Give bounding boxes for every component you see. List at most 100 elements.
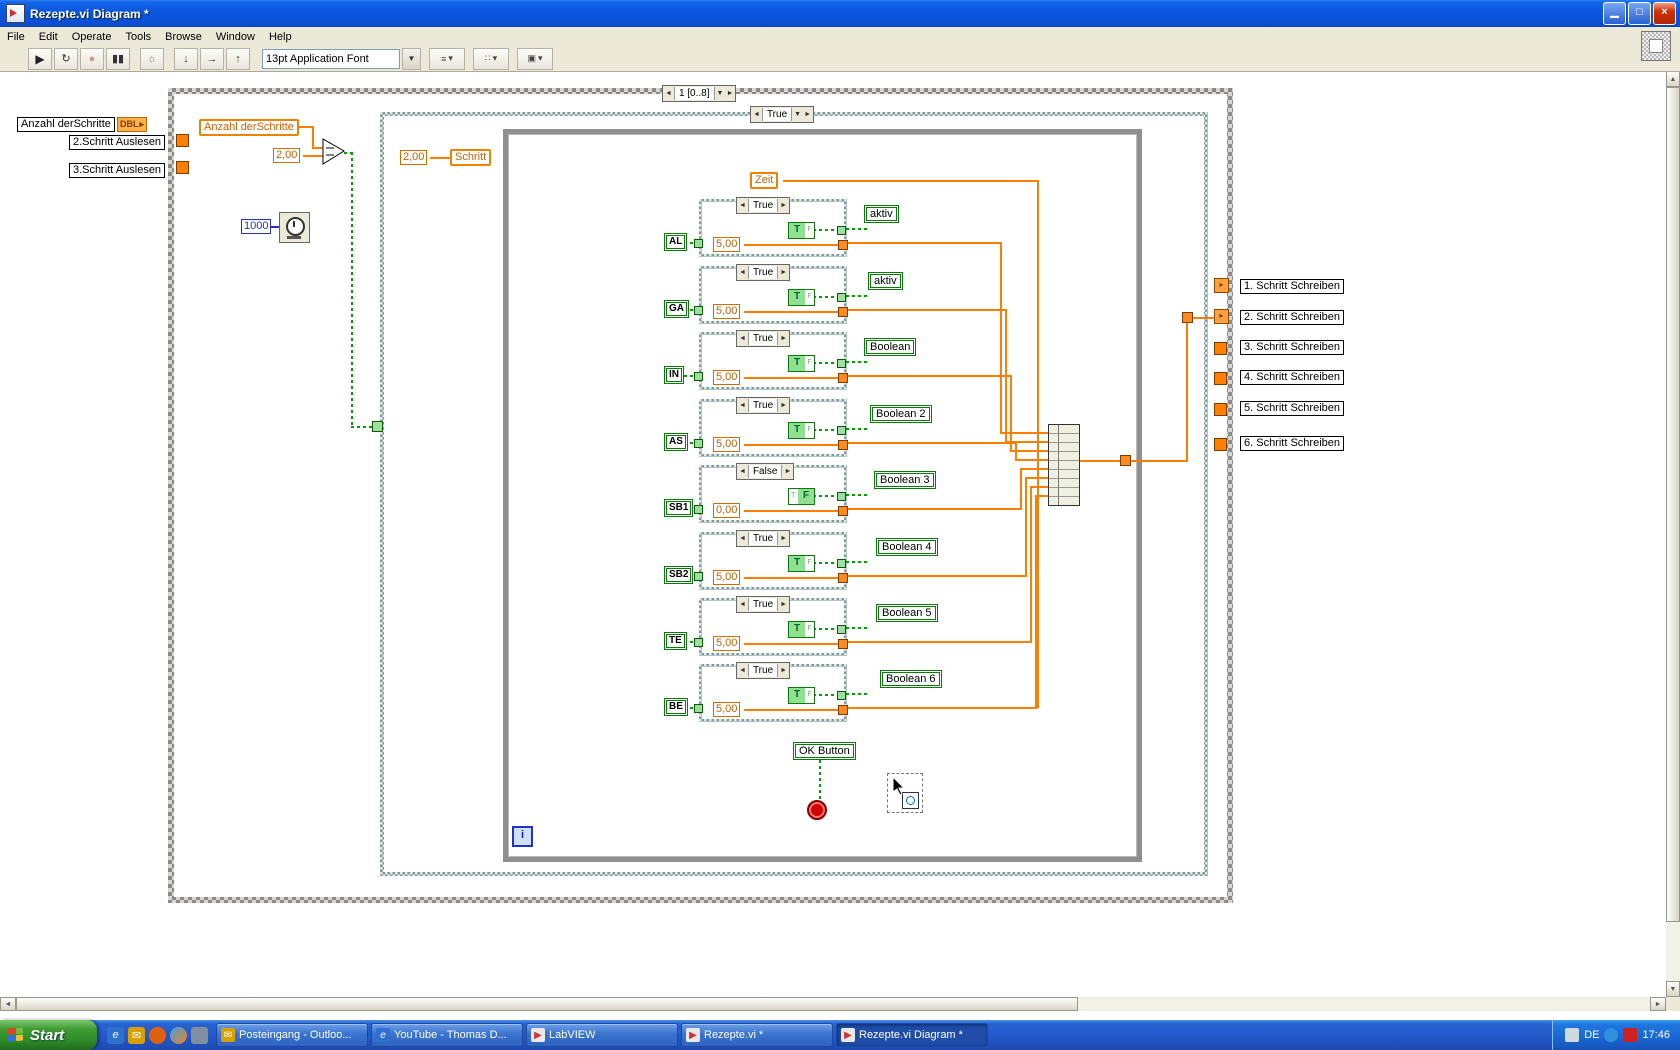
zeit-terminal[interactable]: Zeit xyxy=(750,172,779,189)
menu-browse[interactable]: Browse xyxy=(158,29,209,45)
next-case-icon[interactable]: ► xyxy=(779,598,788,611)
horizontal-scroll-thumb[interactable] xyxy=(16,997,1078,1011)
case-selector[interactable]: ◄ True ► xyxy=(736,397,791,414)
title-bar[interactable]: Rezepte.vi Diagram * ▁ □ × xyxy=(0,0,1680,27)
iteration-terminal[interactable]: i xyxy=(512,826,533,847)
network-icon[interactable] xyxy=(1604,1028,1619,1042)
control-label[interactable]: Anzahl derSchritte xyxy=(17,117,115,132)
boolean-constant[interactable]: T F xyxy=(788,555,815,572)
terminal-as[interactable]: AS xyxy=(664,433,688,451)
anzahl-terminal[interactable]: Anzahl derSchritte xyxy=(199,119,299,136)
task-youtube[interactable]: e YouTube - Thomas D... xyxy=(371,1023,523,1047)
antivirus-icon[interactable] xyxy=(1623,1028,1638,1042)
boolean-constant[interactable]: T F xyxy=(788,355,815,372)
run-button[interactable]: ▶ xyxy=(28,47,52,70)
indicator-label[interactable]: 5. Schritt Schreiben xyxy=(1240,401,1344,416)
numeric-constant[interactable]: 0,00 xyxy=(713,503,741,518)
scroll-down-icon[interactable]: ▼ xyxy=(1666,981,1680,997)
case-selector[interactable]: ◄ True ► xyxy=(736,330,791,347)
indicator-label[interactable]: Boolean 2 xyxy=(870,405,932,423)
indicator-label[interactable]: 6. Schritt Schreiben xyxy=(1240,436,1344,451)
indicator-label[interactable]: Boolean 6 xyxy=(880,670,942,688)
language-indicator[interactable]: DE xyxy=(1584,1029,1599,1041)
indicator-label[interactable]: Boolean 4 xyxy=(876,538,938,556)
indicator-label[interactable]: 2. Schritt Schreiben xyxy=(1240,310,1344,325)
case-selector-label[interactable]: True xyxy=(761,108,793,121)
dropdown-icon[interactable]: ▼ xyxy=(793,108,802,121)
next-frame-icon[interactable]: ► xyxy=(725,87,734,100)
pause-button[interactable]: ▮▮ xyxy=(106,47,130,70)
control-label[interactable]: 3.Schritt Auslesen xyxy=(69,163,166,178)
terminal-square[interactable] xyxy=(1214,403,1227,416)
output-tunnel-icon[interactable]: ▸ xyxy=(1214,309,1229,324)
numeric-constant[interactable]: 2,00 xyxy=(400,150,428,165)
boolean-constant[interactable]: T F xyxy=(788,422,815,439)
numeric-constant[interactable]: 5,00 xyxy=(713,570,741,585)
terminal-sb2[interactable]: SB2 xyxy=(664,566,694,584)
step-over-button[interactable]: → xyxy=(200,47,224,70)
prev-case-icon[interactable]: ◄ xyxy=(738,399,747,412)
terminal-square[interactable] xyxy=(1214,438,1227,451)
scroll-right-icon[interactable]: ► xyxy=(1650,997,1666,1011)
scroll-up-icon[interactable]: ▲ xyxy=(1666,71,1680,87)
boolean-constant[interactable]: T F xyxy=(788,222,815,239)
indicator-label[interactable]: aktiv xyxy=(864,205,899,223)
next-case-icon[interactable]: ► xyxy=(779,332,788,345)
case-selector-label[interactable]: True xyxy=(747,399,779,412)
output-tunnel-icon[interactable]: ▸ xyxy=(1214,278,1229,293)
menu-tools[interactable]: Tools xyxy=(118,29,158,45)
terminal-be[interactable]: BE xyxy=(664,698,688,716)
next-case-icon[interactable]: ► xyxy=(803,108,812,121)
stop-led-icon[interactable] xyxy=(807,800,827,820)
case-selector-label[interactable]: False xyxy=(747,465,783,478)
case-selector[interactable]: ◄ True ► xyxy=(736,264,791,281)
vi-icon-pane[interactable] xyxy=(1641,31,1671,61)
terminal-sb1[interactable]: SB1 xyxy=(664,499,694,517)
prev-frame-icon[interactable]: ◄ xyxy=(664,87,673,100)
next-case-icon[interactable]: ► xyxy=(779,266,788,279)
menu-window[interactable]: Window xyxy=(209,29,262,45)
prev-case-icon[interactable]: ◄ xyxy=(752,108,761,121)
case-selector[interactable]: ◄ True ▼ ► xyxy=(750,106,815,123)
distribute-objects-button[interactable]: ∷ ▾ xyxy=(473,47,509,70)
boolean-constant[interactable]: T F xyxy=(788,621,815,638)
case-selector-label[interactable]: True xyxy=(747,332,779,345)
mail-icon[interactable]: ✉ xyxy=(128,1026,145,1044)
case-selector-label[interactable]: True xyxy=(747,532,779,545)
indicator-label[interactable]: Boolean 3 xyxy=(874,471,936,489)
font-selector-dropdown-icon[interactable]: ▼ xyxy=(402,47,421,70)
menu-edit[interactable]: Edit xyxy=(32,29,65,45)
menu-file[interactable]: File xyxy=(0,29,32,45)
menu-help[interactable]: Help xyxy=(262,29,299,45)
sequence-selector[interactable]: ◄ 1 [0..8] ▼ ► xyxy=(662,85,737,102)
indicator-label[interactable]: aktiv xyxy=(868,272,903,290)
task-rezepte-vi[interactable]: ▶ Rezepte.vi * xyxy=(681,1023,833,1047)
run-continuous-button[interactable]: ↻ xyxy=(54,47,78,70)
vertical-scrollbar[interactable]: ▲ ▼ xyxy=(1666,71,1680,997)
numeric-constant[interactable]: 5,00 xyxy=(713,237,741,252)
case-selector-label[interactable]: True xyxy=(747,598,779,611)
indicator-label[interactable]: Boolean 5 xyxy=(876,604,938,622)
wait-ms-icon[interactable] xyxy=(279,212,310,243)
schritt-terminal[interactable]: Schritt xyxy=(450,149,492,166)
terminal-in[interactable]: IN xyxy=(664,366,684,384)
terminal-square[interactable] xyxy=(176,134,189,147)
task-outlook[interactable]: ✉ Posteingang - Outloo... xyxy=(216,1023,368,1047)
numeric-constant[interactable]: 5,00 xyxy=(713,636,741,651)
ie-icon[interactable]: e xyxy=(107,1026,124,1044)
terminal-ga[interactable]: GA xyxy=(664,300,689,318)
scroll-left-icon[interactable]: ◄ xyxy=(0,997,16,1011)
control-label[interactable]: 2.Schritt Auslesen xyxy=(69,135,166,150)
step-into-button[interactable]: ↓ xyxy=(174,47,198,70)
boolean-constant[interactable]: T F xyxy=(788,289,815,306)
prev-case-icon[interactable]: ◄ xyxy=(738,465,747,478)
horizontal-scrollbar[interactable]: ◄ ► xyxy=(0,997,1666,1011)
indicator-label[interactable]: 4. Schritt Schreiben xyxy=(1240,370,1344,385)
prev-case-icon[interactable]: ◄ xyxy=(738,532,747,545)
prev-case-icon[interactable]: ◄ xyxy=(738,664,747,677)
step-out-button[interactable]: ↑ xyxy=(226,47,250,70)
numeric-constant[interactable]: 5,00 xyxy=(713,437,741,452)
boolean-constant[interactable]: T F xyxy=(788,488,815,505)
indicator-label[interactable]: 1. Schritt Schreiben xyxy=(1240,279,1344,294)
terminal-square[interactable] xyxy=(1214,372,1227,385)
